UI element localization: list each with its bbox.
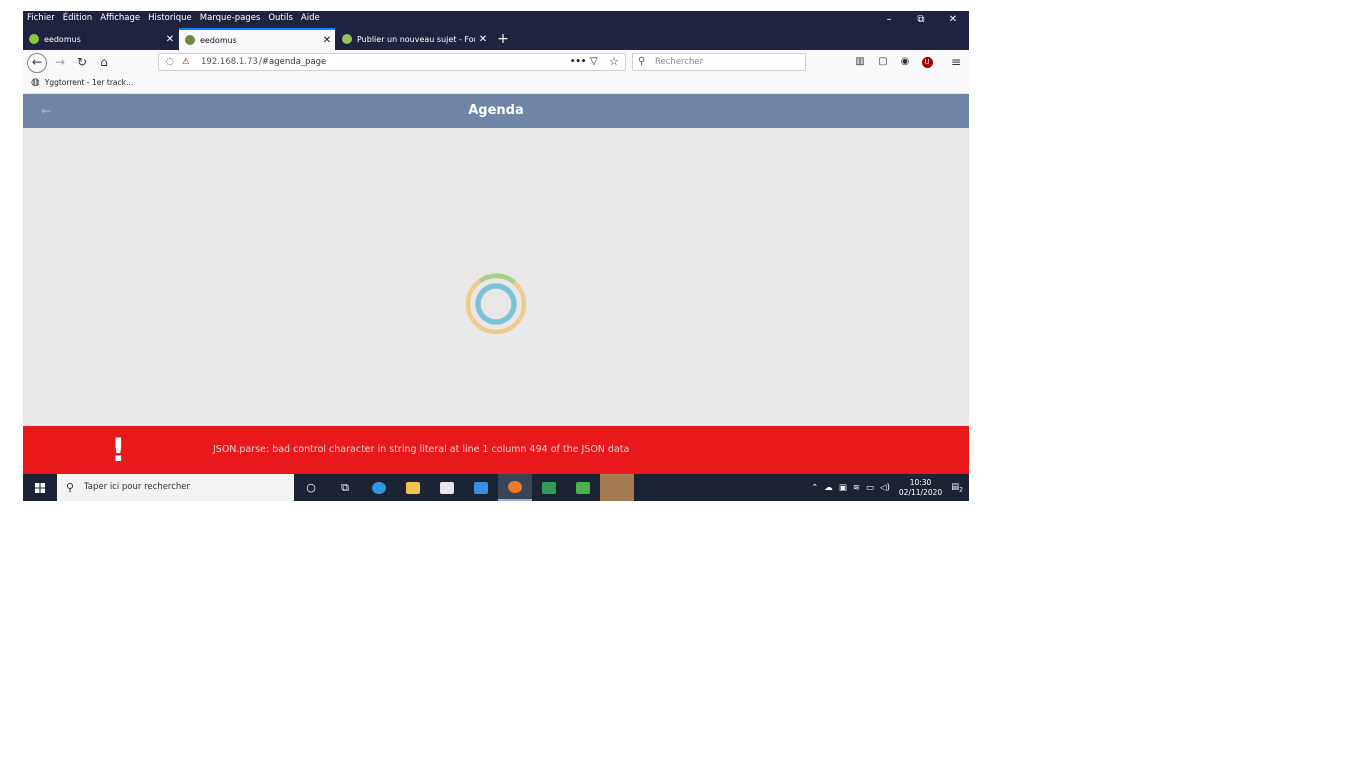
url-bar[interactable]: ◌ ⚠ 192.168.1.73 /#agenda_page ••• ▽ ☆	[158, 53, 626, 71]
tab-bar: eedomus ✕ eedomus ✕ Publier un nouveau s…	[23, 28, 969, 50]
edge-icon[interactable]	[362, 474, 396, 501]
menu-marque-pages[interactable]: Marque-pages	[200, 13, 261, 23]
loading-spinner-icon	[465, 273, 527, 335]
wifi-icon[interactable]: ≋	[853, 483, 860, 493]
menu-historique[interactable]: Historique	[148, 13, 192, 23]
clock[interactable]: 10:30 02/11/2020	[899, 478, 942, 498]
error-message: JSON.parse: bad control character in str…	[213, 444, 630, 455]
bookmark-label: Yggtorrent - 1er track...	[44, 78, 134, 87]
search-icon: ⚲	[66, 481, 75, 494]
ublock-icon[interactable]: U	[918, 53, 936, 71]
sidebar-icon[interactable]: ▢	[874, 53, 892, 71]
tab-forum[interactable]: Publier un nouveau sujet - Foru ✕	[336, 28, 491, 50]
eedomus-favicon-icon	[185, 35, 195, 45]
system-tray: ⌃ ☁ ▣ ≋ ▭ ◁) 10:30 02/11/2020 ▤2	[808, 474, 969, 501]
bookmarks-toolbar: ◍ Yggtorrent - 1er track...	[23, 74, 969, 94]
pocket-icon[interactable]: ▽	[590, 54, 598, 70]
search-input[interactable]: ⚲ Rechercher	[632, 53, 806, 71]
clock-date: 02/11/2020	[898, 487, 943, 497]
battery-icon[interactable]: ▭	[866, 483, 874, 493]
windows-start-button[interactable]	[23, 474, 57, 501]
tab-title: eedomus	[44, 34, 81, 44]
forum-favicon-icon	[342, 34, 352, 44]
firefox-icon[interactable]	[498, 474, 532, 501]
menu-fichier[interactable]: Fichier	[27, 13, 55, 23]
menu-edition[interactable]: Édition	[63, 13, 92, 23]
close-tab-icon[interactable]: ✕	[475, 34, 491, 45]
app-green-icon[interactable]	[532, 474, 566, 501]
bookmark-yggtorrent[interactable]: ◍ Yggtorrent - 1er track...	[31, 77, 133, 88]
close-tab-icon[interactable]: ✕	[162, 34, 178, 45]
tab-title: eedomus	[200, 35, 237, 45]
agenda-content	[23, 128, 969, 426]
forward-button[interactable]: →	[51, 53, 69, 71]
tab-title: Publier un nouveau sujet - Foru	[357, 34, 475, 44]
insecure-lock-icon: ⚠	[182, 57, 190, 67]
clock-time: 10:30	[909, 477, 932, 487]
onedrive-icon[interactable]: ☁	[824, 483, 833, 493]
taskbar-search-placeholder: Taper ici pour rechercher	[84, 482, 191, 492]
shield-icon: ◌	[166, 57, 174, 67]
network-icon[interactable]: ▣	[839, 483, 847, 493]
windows-taskbar: ⚲ Taper ici pour rechercher ○ ⧉ ⌃ ☁ ▣ ≋ …	[23, 474, 969, 501]
task-view-icon[interactable]: ⧉	[328, 474, 362, 501]
account-icon[interactable]: ◉	[896, 53, 914, 71]
bookmark-favicon-icon: ◍	[31, 77, 40, 88]
close-tab-icon[interactable]: ✕	[319, 35, 335, 46]
minimize-button[interactable]: –	[873, 11, 905, 28]
store-icon[interactable]	[430, 474, 464, 501]
running-app-thumbnail[interactable]	[600, 474, 634, 501]
notification-count: 2	[959, 486, 963, 494]
screen: Fichier Édition Affichage Historique Mar…	[23, 11, 969, 501]
restore-button[interactable]: ⧉	[905, 11, 937, 28]
notifications-icon[interactable]: ▤2	[951, 482, 963, 494]
url-host: 192.168.1.73	[201, 57, 258, 67]
show-hidden-icons-icon[interactable]: ⌃	[811, 483, 818, 493]
new-tab-button[interactable]: +	[493, 28, 513, 50]
bookmark-star-icon[interactable]: ☆	[609, 54, 619, 70]
menu-outils[interactable]: Outils	[268, 13, 293, 23]
page-actions-button[interactable]: •••	[570, 54, 586, 70]
search-placeholder: Rechercher	[655, 57, 704, 67]
app-header: ← Agenda	[23, 94, 969, 128]
navigation-bar: ← → ↻ ⌂ ◌ ⚠ 192.168.1.73 /#agenda_page •…	[23, 50, 969, 74]
menu-aide[interactable]: Aide	[301, 13, 320, 23]
file-explorer-icon[interactable]	[396, 474, 430, 501]
cortana-icon[interactable]: ○	[294, 474, 328, 501]
volume-icon[interactable]: ◁)	[880, 483, 890, 493]
mail-icon[interactable]	[464, 474, 498, 501]
error-banner: ! JSON.parse: bad control character in s…	[23, 426, 969, 474]
hamburger-menu-icon[interactable]: ≡	[947, 53, 965, 71]
library-icon[interactable]: ▥	[851, 53, 869, 71]
reload-button[interactable]: ↻	[73, 53, 91, 71]
page-title: Agenda	[468, 103, 524, 118]
app-photos-icon[interactable]	[566, 474, 600, 501]
back-button[interactable]: ←	[27, 53, 47, 73]
taskbar-search-input[interactable]: ⚲ Taper ici pour rechercher	[57, 474, 294, 501]
windows-logo-icon	[35, 483, 45, 493]
search-icon: ⚲	[638, 56, 646, 67]
url-path: /#agenda_page	[259, 57, 327, 67]
menu-bar: Fichier Édition Affichage Historique Mar…	[23, 11, 969, 28]
close-window-button[interactable]: ✕	[937, 11, 969, 28]
home-button[interactable]: ⌂	[95, 53, 113, 71]
menu-affichage[interactable]: Affichage	[100, 13, 140, 23]
exclamation-icon: !	[111, 431, 126, 469]
tab-eedomus-1[interactable]: eedomus ✕	[23, 28, 178, 50]
eedomus-favicon-icon	[29, 34, 39, 44]
tab-eedomus-2[interactable]: eedomus ✕	[179, 28, 335, 50]
